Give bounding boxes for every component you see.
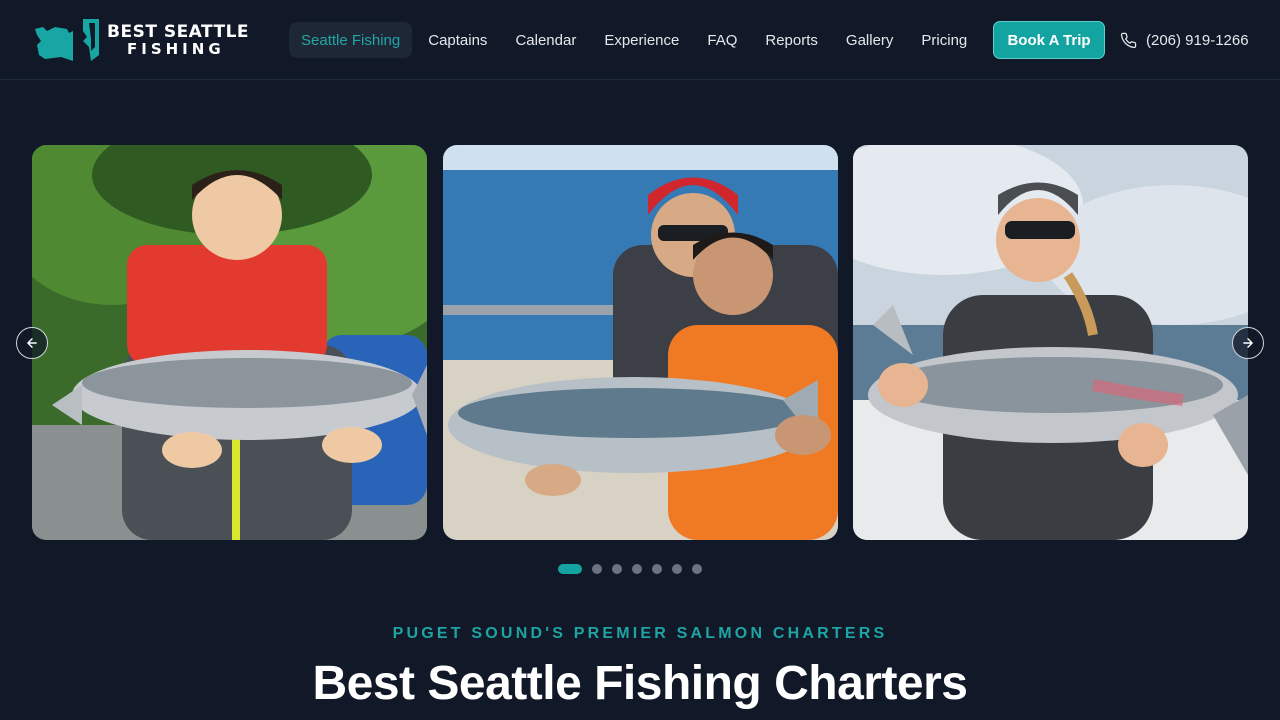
arrow-left-icon[interactable] <box>16 327 48 359</box>
carousel-dot[interactable] <box>612 564 622 574</box>
nav-experience[interactable]: Experience <box>592 22 691 58</box>
nav-gallery[interactable]: Gallery <box>834 22 906 58</box>
nav-faq[interactable]: FAQ <box>695 22 749 58</box>
carousel-dot[interactable] <box>558 564 582 574</box>
page-title: Best Seattle Fishing Charters <box>312 657 968 710</box>
carousel-dot[interactable] <box>652 564 662 574</box>
carousel-dot[interactable] <box>632 564 642 574</box>
main-nav: Seattle Fishing Captains Calendar Experi… <box>289 22 983 58</box>
hero-eyebrow: PUGET SOUND'S PREMIER SALMON CHARTERS <box>392 625 888 642</box>
nav-captains[interactable]: Captains <box>416 22 499 58</box>
phone-link[interactable]: (206) 919-1266 <box>1120 28 1249 52</box>
carousel-dot[interactable] <box>592 564 602 574</box>
photo-man-and-boy-with-salmon-icon <box>443 145 838 540</box>
carousel-dot[interactable] <box>692 564 702 574</box>
phone-icon <box>1120 32 1137 48</box>
carousel-dot[interactable] <box>672 564 682 574</box>
brand-logo[interactable]: BEST SEATTLE FISHING <box>33 16 269 64</box>
arrow-right-icon[interactable] <box>1232 327 1264 359</box>
brand-line-2: FISHING <box>127 39 225 58</box>
carousel-slide[interactable] <box>443 145 838 540</box>
carousel-slide[interactable] <box>853 145 1248 540</box>
photo-woman-with-salmon-icon <box>853 145 1248 540</box>
nav-pricing[interactable]: Pricing <box>909 22 979 58</box>
carousel-slide[interactable] <box>32 145 427 540</box>
brand-line-1: BEST SEATTLE <box>107 21 250 42</box>
nav-calendar[interactable]: Calendar <box>503 22 588 58</box>
site-header: BEST SEATTLE FISHING Seattle Fishing Cap… <box>0 0 1280 80</box>
photo-carousel <box>0 145 1280 541</box>
photo-boy-with-salmon-icon <box>32 145 427 540</box>
washington-map-fish-icon <box>35 19 99 61</box>
nav-seattle-fishing[interactable]: Seattle Fishing <box>289 22 413 58</box>
book-a-trip-button[interactable]: Book A Trip <box>993 21 1105 59</box>
carousel-pagination <box>558 563 712 575</box>
phone-number: (206) 919-1266 <box>1146 31 1249 49</box>
nav-reports[interactable]: Reports <box>753 22 830 58</box>
